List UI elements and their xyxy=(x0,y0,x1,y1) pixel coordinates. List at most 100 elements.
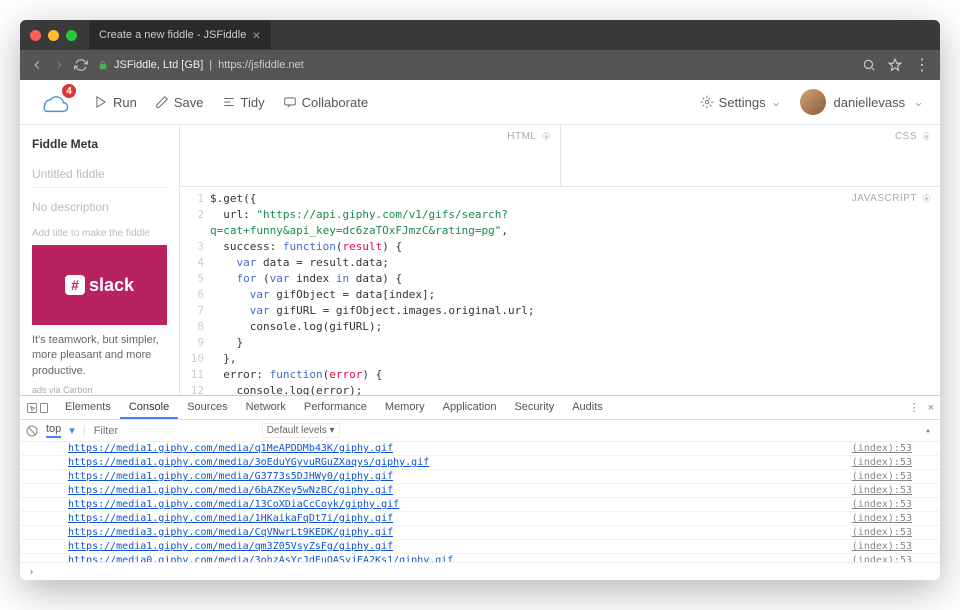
source-location[interactable]: (index):53 xyxy=(852,471,912,482)
settings-button[interactable]: Settings ⌄ xyxy=(700,94,782,110)
title-input[interactable]: Untitled fiddle xyxy=(32,161,167,188)
context-selector[interactable]: top xyxy=(46,423,61,438)
source-location[interactable]: (index):53 xyxy=(852,513,912,524)
close-tab-icon[interactable]: × xyxy=(252,27,260,43)
titlebar: Create a new fiddle - JSFiddle × xyxy=(20,20,940,50)
description-input[interactable]: No description xyxy=(32,194,167,220)
inspect-icon[interactable] xyxy=(26,402,38,414)
pencil-icon xyxy=(155,95,169,109)
url-display[interactable]: JSFiddle, Ltd [GB] | https://jsfiddle.ne… xyxy=(98,58,852,72)
meta-sidebar: Fiddle Meta Untitled fiddle No descripti… xyxy=(20,125,180,395)
source-location[interactable]: (index):53 xyxy=(852,555,912,562)
jsfiddle-toolbar: 4 Run Save Tidy Collaborate Settings ⌄ d… xyxy=(20,80,940,125)
devtools-tab-performance[interactable]: Performance xyxy=(295,397,376,419)
address-bar: JSFiddle, Ltd [GB] | https://jsfiddle.ne… xyxy=(20,50,940,80)
run-button[interactable]: Run xyxy=(94,95,137,110)
advertisement[interactable]: # slack It's teamwork, but simpler, more… xyxy=(32,245,167,395)
console-link[interactable]: https://media0.giphy.com/media/3ohzAsYcJ… xyxy=(68,555,852,562)
zoom-icon[interactable] xyxy=(862,58,876,72)
filter-input[interactable] xyxy=(94,425,254,437)
console-prompt[interactable]: › xyxy=(20,562,940,580)
js-pane[interactable]: JAVASCRIPT 12 3456789101112 $.get({ url:… xyxy=(180,187,940,395)
forward-icon[interactable] xyxy=(52,58,66,72)
lock-icon xyxy=(98,58,108,72)
ad-text: It's teamwork, but simpler, more pleasan… xyxy=(32,333,167,379)
back-icon[interactable] xyxy=(30,58,44,72)
source-location[interactable]: (index):53 xyxy=(852,499,912,510)
devtools-tab-audits[interactable]: Audits xyxy=(563,397,612,419)
gear-icon[interactable] xyxy=(921,131,932,142)
console-line: https://media1.giphy.com/media/qm3Z05Vsy… xyxy=(20,540,940,554)
tab-title: Create a new fiddle - JSFiddle xyxy=(99,29,246,41)
notification-badge[interactable]: 4 xyxy=(62,84,76,98)
meta-heading: Fiddle Meta xyxy=(32,137,167,151)
devtools-tab-sources[interactable]: Sources xyxy=(178,397,236,419)
ad-image: # slack xyxy=(32,245,167,325)
devtools-tab-security[interactable]: Security xyxy=(505,397,563,419)
source-location[interactable]: (index):53 xyxy=(852,527,912,538)
source-location[interactable]: (index):53 xyxy=(852,443,912,454)
console-link[interactable]: https://media1.giphy.com/media/13CoXDiaC… xyxy=(68,499,852,510)
star-icon[interactable] xyxy=(888,58,902,72)
css-pane[interactable]: CSS xyxy=(561,125,941,186)
code-content[interactable]: $.get({ url: "https://api.giphy.com/v1/g… xyxy=(210,191,535,395)
reload-icon[interactable] xyxy=(74,58,88,72)
console-line: https://media1.giphy.com/media/13CoXDiaC… xyxy=(20,498,940,512)
gear-icon xyxy=(700,95,714,109)
console-line: https://media0.giphy.com/media/3ohzAsYcJ… xyxy=(20,554,940,562)
console-link[interactable]: https://media1.giphy.com/media/3oEduYGyv… xyxy=(68,457,852,468)
devtools-tab-console[interactable]: Console xyxy=(120,397,178,419)
console-line: https://media1.giphy.com/media/q1MeAPDDM… xyxy=(20,442,940,456)
more-icon[interactable]: ⋮ xyxy=(909,401,920,414)
devtools-tab-elements[interactable]: Elements xyxy=(56,397,120,419)
console-link[interactable]: https://media1.giphy.com/media/qm3Z05Vsy… xyxy=(68,541,852,552)
browser-window: Create a new fiddle - JSFiddle × JSFiddl… xyxy=(20,20,940,580)
kebab-menu-icon[interactable]: ⋮ xyxy=(914,55,930,75)
device-icon[interactable] xyxy=(38,402,50,414)
tidy-icon xyxy=(222,95,236,109)
collaborate-button[interactable]: Collaborate xyxy=(283,95,369,110)
console-link[interactable]: https://media1.giphy.com/media/G3773s5DJ… xyxy=(68,471,852,482)
chevron-down-icon: ⌄ xyxy=(771,94,782,110)
console-link[interactable]: https://media1.giphy.com/media/1HKaikaFq… xyxy=(68,513,852,524)
log-levels-dropdown[interactable]: Default levels ▾ xyxy=(262,423,340,438)
url-org: JSFiddle, Ltd [GB] xyxy=(114,59,203,71)
close-window-icon[interactable] xyxy=(30,30,41,41)
user-menu[interactable]: daniellevass ⌄ xyxy=(800,89,924,115)
console-line: https://media1.giphy.com/media/6bAZKey5w… xyxy=(20,484,940,498)
meta-hint: Add title to make the fiddle xyxy=(32,228,167,239)
close-devtools-icon[interactable]: × xyxy=(928,402,934,414)
console-line: https://media1.giphy.com/media/1HKaikaFq… xyxy=(20,512,940,526)
console-link[interactable]: https://media1.giphy.com/media/6bAZKey5w… xyxy=(68,485,852,496)
clear-console-icon[interactable] xyxy=(26,425,38,437)
editor-panels: HTML CSS JAVASCRIPT 12 3456789101112 $.g… xyxy=(180,125,940,395)
console-filter-bar: top ▾ | Default levels ▾ xyxy=(20,420,940,442)
html-pane[interactable]: HTML xyxy=(180,125,561,186)
play-icon xyxy=(94,95,108,109)
minimize-window-icon[interactable] xyxy=(48,30,59,41)
chevron-down-icon: ⌄ xyxy=(913,94,924,110)
devtools-tab-network[interactable]: Network xyxy=(237,397,295,419)
console-link[interactable]: https://media1.giphy.com/media/q1MeAPDDM… xyxy=(68,443,852,454)
console-link[interactable]: https://media3.giphy.com/media/CqVNwrLt9… xyxy=(68,527,852,538)
gear-icon[interactable] xyxy=(921,193,932,204)
chat-icon xyxy=(283,95,297,109)
traffic-lights xyxy=(30,30,77,41)
hashtag-icon: # xyxy=(65,275,85,295)
browser-tab[interactable]: Create a new fiddle - JSFiddle × xyxy=(89,21,271,49)
console-line: https://media3.giphy.com/media/CqVNwrLt9… xyxy=(20,526,940,540)
nav-arrows xyxy=(30,58,88,72)
gear-icon[interactable] xyxy=(541,131,552,142)
tidy-button[interactable]: Tidy xyxy=(222,95,265,110)
gear-icon[interactable] xyxy=(922,425,934,437)
devtools-tab-memory[interactable]: Memory xyxy=(376,397,434,419)
username: daniellevass xyxy=(834,95,906,110)
jsfiddle-logo[interactable]: 4 xyxy=(36,90,72,114)
source-location[interactable]: (index):53 xyxy=(852,457,912,468)
maximize-window-icon[interactable] xyxy=(66,30,77,41)
source-location[interactable]: (index):53 xyxy=(852,485,912,496)
save-button[interactable]: Save xyxy=(155,95,204,110)
source-location[interactable]: (index):53 xyxy=(852,541,912,552)
console-output[interactable]: https://media1.giphy.com/media/q1MeAPDDM… xyxy=(20,442,940,562)
devtools-tab-application[interactable]: Application xyxy=(434,397,506,419)
